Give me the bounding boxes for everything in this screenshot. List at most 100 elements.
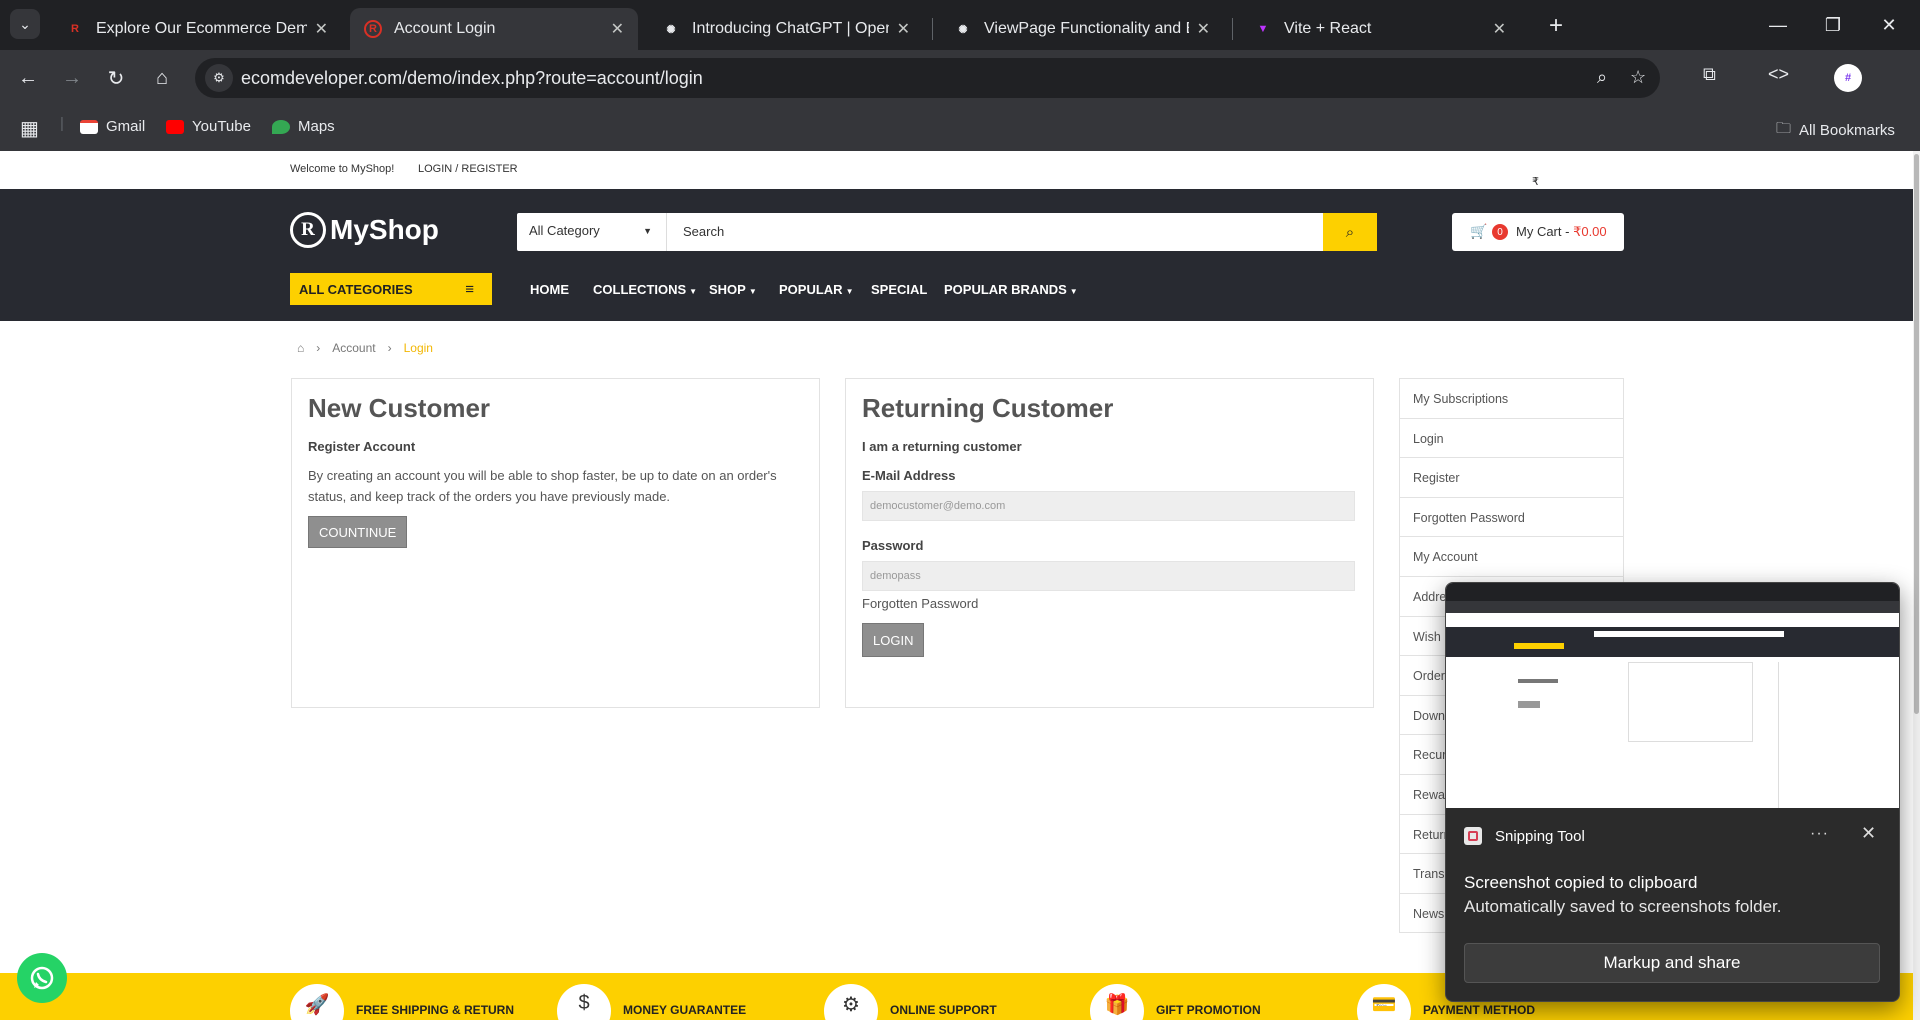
account-link[interactable]: Forgotten Password bbox=[1400, 498, 1623, 538]
tab-ecommerce-demo[interactable]: R Explore Our Ecommerce Demo ✕ bbox=[52, 8, 342, 50]
login-register-link[interactable]: LOGIN / REGISTER bbox=[418, 163, 518, 175]
menu-item-collections[interactable]: COLLECTIONS ▼ bbox=[593, 282, 697, 297]
menu-item-popular[interactable]: POPULAR ▼ bbox=[779, 282, 853, 297]
returning-customer-title: Returning Customer bbox=[862, 393, 1114, 423]
breadcrumb-current[interactable]: Login bbox=[404, 341, 433, 355]
new-customer-description: By creating an account you will be able … bbox=[308, 468, 777, 504]
account-link[interactable]: My Subscriptions bbox=[1400, 379, 1623, 419]
feature-money: $ MONEY GUARANTEE bbox=[557, 973, 746, 1020]
zoom-icon[interactable]: ⌕ bbox=[1597, 67, 1607, 88]
scrollbar-thumb[interactable] bbox=[1914, 154, 1919, 714]
continue-button[interactable]: COUNTINUE bbox=[308, 516, 408, 548]
tab-search-dropdown-icon[interactable]: ⌄ bbox=[10, 9, 40, 39]
gift-icon: 🎁 bbox=[1090, 984, 1144, 1020]
menu-item-special[interactable]: SPECIAL bbox=[871, 282, 927, 297]
home-icon[interactable]: ⌂ bbox=[297, 341, 304, 355]
close-tab-icon[interactable]: ✕ bbox=[611, 19, 624, 39]
close-tab-icon[interactable]: ✕ bbox=[1493, 19, 1506, 39]
extensions-icon[interactable]: ⧉ bbox=[1703, 64, 1716, 85]
new-customer-title: New Customer bbox=[308, 393, 491, 423]
caret-down-icon: ▼ bbox=[689, 287, 698, 296]
menu-item-shop[interactable]: SHOP ▼ bbox=[709, 282, 757, 297]
search-bar: All Category ▼ Search ⌕ bbox=[517, 213, 1377, 251]
forward-icon[interactable]: → bbox=[56, 62, 88, 94]
openai-favicon-icon: ✺ bbox=[958, 23, 968, 36]
account-link[interactable]: Register bbox=[1400, 458, 1623, 498]
bookmark-gmail[interactable]: Gmail bbox=[80, 118, 145, 135]
logo-mark-icon: R bbox=[290, 212, 326, 248]
new-customer-panel: New Customer Register Account By creatin… bbox=[291, 378, 820, 708]
address-bar[interactable]: ⚙ ecomdeveloper.com/demo/index.php?route… bbox=[195, 58, 1660, 98]
menu-item-home[interactable]: HOME bbox=[530, 282, 569, 297]
gmail-icon bbox=[80, 119, 98, 134]
bookmarks-bar: ▦ | Gmail YouTube Maps 🗀 All Bookmarks bbox=[0, 106, 1920, 151]
register-account-label: Register Account bbox=[308, 439, 416, 454]
snipping-tool-notification: Snipping Tool ··· ✕ Screenshot copied to… bbox=[1445, 582, 1900, 1002]
bookmark-youtube[interactable]: YouTube bbox=[166, 118, 251, 135]
caret-down-icon: ▼ bbox=[845, 287, 854, 296]
feature-support: ⚙ ONLINE SUPPORT bbox=[824, 973, 997, 1020]
maps-icon bbox=[272, 119, 290, 134]
email-field[interactable]: democustomer@demo.com bbox=[862, 491, 1355, 521]
forgotten-password-link[interactable]: Forgotten Password bbox=[862, 596, 978, 611]
bookmark-star-icon[interactable]: ☆ bbox=[1630, 67, 1646, 88]
tab-viewpage[interactable]: ✺ ViewPage Functionality and Enh ✕ bbox=[940, 8, 1224, 50]
profile-avatar[interactable]: # bbox=[1834, 64, 1862, 92]
all-categories-button[interactable]: ALL CATEGORIES ≡ bbox=[290, 273, 492, 305]
site-info-icon[interactable]: ⚙ bbox=[205, 64, 233, 92]
minimize-icon[interactable]: — bbox=[1755, 10, 1801, 40]
devtools-icon[interactable]: <> bbox=[1768, 64, 1789, 85]
tab-vite-react[interactable]: ▼ Vite + React ✕ bbox=[1240, 8, 1520, 50]
home-icon[interactable]: ⌂ bbox=[146, 62, 178, 94]
tab-divider bbox=[932, 18, 933, 40]
whatsapp-button[interactable] bbox=[17, 953, 67, 1003]
chevron-right-icon: › bbox=[387, 341, 392, 355]
close-tab-icon[interactable]: ✕ bbox=[897, 19, 910, 39]
tab-chatgpt[interactable]: ✺ Introducing ChatGPT | OpenAI ✕ bbox=[648, 8, 924, 50]
account-link[interactable]: My Account bbox=[1400, 537, 1623, 577]
folder-icon: 🗀 bbox=[1776, 120, 1792, 137]
card-icon: 💳 bbox=[1357, 984, 1411, 1020]
login-button[interactable]: LOGIN bbox=[862, 623, 925, 657]
search-input[interactable]: Search bbox=[683, 224, 724, 239]
close-icon[interactable]: ✕ bbox=[1861, 823, 1876, 844]
cart-count-badge: 0 bbox=[1492, 224, 1508, 240]
all-bookmarks[interactable]: 🗀 All Bookmarks bbox=[1776, 118, 1895, 143]
url-text: ecomdeveloper.com/demo/index.php?route=a… bbox=[241, 68, 703, 88]
reload-icon[interactable]: ↻ bbox=[100, 62, 132, 94]
new-tab-icon[interactable]: + bbox=[1542, 12, 1570, 40]
browser-chrome: ⌄ R Explore Our Ecommerce Demo ✕ R Accou… bbox=[0, 0, 1920, 151]
ecommerce-favicon-icon: R bbox=[71, 23, 79, 35]
notification-app-name: Snipping Tool bbox=[1495, 828, 1585, 845]
top-bar: Welcome to MyShop! LOGIN / REGISTER ₹ In… bbox=[0, 151, 1920, 212]
site-logo[interactable]: R MyShop bbox=[290, 212, 439, 248]
more-options-icon[interactable]: ··· bbox=[1810, 825, 1829, 843]
tab-account-login[interactable]: R Account Login ✕ bbox=[350, 8, 638, 50]
whatsapp-icon bbox=[30, 966, 54, 990]
menu-item-popular-brands[interactable]: POPULAR BRANDS ▼ bbox=[944, 282, 1078, 297]
ecommerce-favicon-icon: R bbox=[364, 20, 382, 38]
search-button[interactable]: ⌕ bbox=[1323, 213, 1377, 251]
close-tab-icon[interactable]: ✕ bbox=[1197, 19, 1210, 39]
close-tab-icon[interactable]: ✕ bbox=[315, 19, 328, 39]
back-icon[interactable]: ← bbox=[12, 62, 44, 94]
markup-and-share-button[interactable]: Markup and share bbox=[1464, 943, 1880, 983]
close-window-icon[interactable]: ✕ bbox=[1866, 10, 1912, 40]
cart-button[interactable]: 🛒 0 My Cart - ₹0.00 bbox=[1452, 213, 1624, 251]
restore-icon[interactable]: ❐ bbox=[1810, 10, 1856, 40]
category-select[interactable]: All Category ▼ bbox=[517, 213, 667, 251]
youtube-icon bbox=[166, 119, 184, 134]
caret-down-icon: ▼ bbox=[1069, 287, 1078, 296]
password-field[interactable]: demopass bbox=[862, 561, 1355, 591]
account-link[interactable]: Login bbox=[1400, 419, 1623, 459]
money-icon: $ bbox=[557, 984, 611, 1020]
screenshot-thumbnail[interactable] bbox=[1446, 583, 1899, 808]
apps-grid-icon[interactable]: ▦ bbox=[20, 116, 39, 141]
caret-down-icon: ▼ bbox=[748, 287, 757, 296]
breadcrumb: ⌂ › Account › Login bbox=[297, 341, 433, 355]
bookmarks-divider: | bbox=[60, 115, 64, 132]
cart-icon: 🛒 bbox=[1470, 223, 1488, 239]
chevron-right-icon: › bbox=[316, 341, 321, 355]
breadcrumb-account[interactable]: Account bbox=[332, 341, 375, 355]
bookmark-maps[interactable]: Maps bbox=[272, 118, 335, 135]
